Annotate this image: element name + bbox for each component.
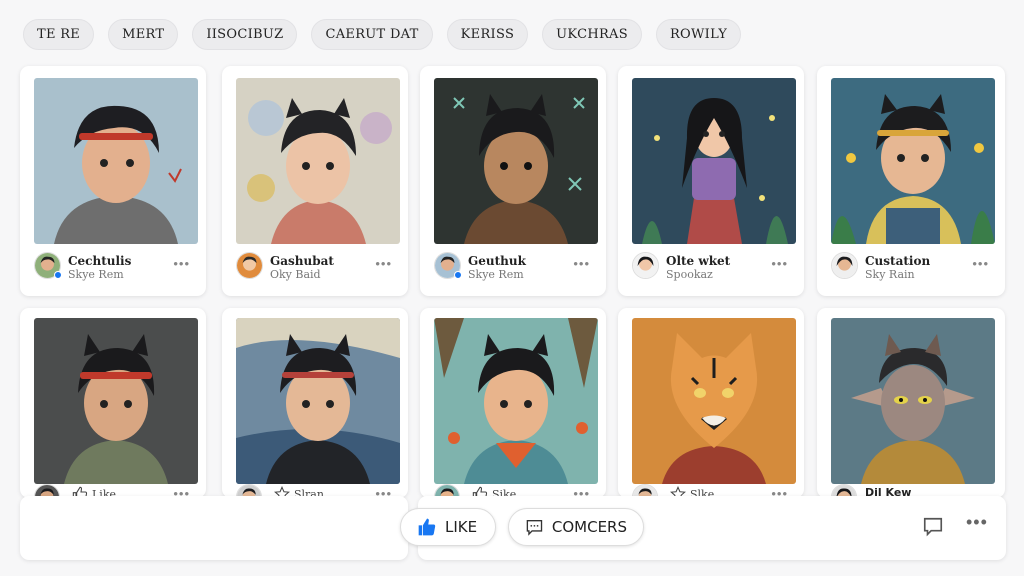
like-button[interactable]: LIKE: [400, 508, 496, 546]
card-username[interactable]: Gashubat: [270, 254, 334, 268]
avatar[interactable]: [236, 252, 263, 279]
card-meta: Gashubat Oky Baid •••: [236, 252, 396, 282]
card-meta: Geuthuk Skye Rem •••: [434, 252, 594, 282]
comments-label: COMCERS: [551, 518, 627, 536]
avatar[interactable]: [831, 252, 858, 279]
more-options-icon[interactable]: •••: [573, 256, 590, 271]
more-options-icon[interactable]: •••: [375, 256, 392, 271]
filter-chip[interactable]: UKCHRAS: [542, 19, 642, 50]
card-subtitle: Sky Rain: [865, 268, 915, 281]
more-options-icon[interactable]: •••: [966, 512, 988, 533]
more-options-icon[interactable]: •••: [173, 256, 190, 271]
bottom-panel-right: [418, 496, 1006, 560]
report-icon[interactable]: [922, 516, 944, 543]
gallery-card[interactable]: Olte wket Spookaz •••: [618, 66, 804, 296]
comment-icon: [526, 520, 543, 536]
more-options-icon[interactable]: •••: [771, 256, 788, 271]
gallery-card[interactable]: Sike •••: [420, 308, 606, 510]
gallery-card[interactable]: Slke •••: [618, 308, 804, 510]
card-username[interactable]: Cechtulis: [68, 254, 131, 268]
gallery-card[interactable]: Like •••: [20, 308, 206, 510]
gallery-card[interactable]: Dil Kew: [817, 308, 1005, 510]
artwork-thumbnail[interactable]: [34, 78, 198, 244]
gallery-card[interactable]: Gashubat Oky Baid •••: [222, 66, 408, 296]
card-username[interactable]: Geuthuk: [468, 254, 526, 268]
bottom-panel-left: [20, 496, 408, 560]
artwork-thumbnail[interactable]: [236, 318, 400, 484]
card-username[interactable]: Olte wket: [666, 254, 730, 268]
artwork-thumbnail[interactable]: [434, 78, 598, 244]
bottom-action-bar: LIKE COMCERS •••: [20, 496, 1006, 560]
card-meta: Olte wket Spookaz •••: [632, 252, 792, 282]
filter-chip[interactable]: TE RE: [23, 19, 95, 50]
filter-chip[interactable]: CAERUT DAT: [311, 19, 433, 50]
card-meta: Custation Sky Rain •••: [831, 252, 993, 282]
filter-chip[interactable]: ІІЅОСІВUZ: [192, 19, 298, 50]
filter-chip[interactable]: MERT: [108, 19, 179, 50]
card-subtitle: Oky Baid: [270, 268, 321, 281]
filter-chip[interactable]: ROWILY: [655, 19, 742, 50]
gallery-card[interactable]: Slran •••: [222, 308, 408, 510]
gallery-card[interactable]: Geuthuk Skye Rem •••: [420, 66, 606, 296]
artwork-thumbnail[interactable]: [632, 318, 796, 484]
verified-badge: [454, 271, 462, 279]
comments-button[interactable]: COMCERS: [508, 508, 644, 546]
artwork-thumbnail[interactable]: [434, 318, 598, 484]
filter-bar: TE RE MERT ІІЅОСІВUZ CAERUT DAT KERISS U…: [23, 19, 742, 50]
artwork-thumbnail[interactable]: [831, 78, 995, 244]
artwork-thumbnail[interactable]: [236, 78, 400, 244]
thumbs-up-icon: [418, 518, 436, 536]
card-username[interactable]: Custation: [865, 254, 930, 268]
like-label: LIKE: [445, 518, 478, 536]
more-options-icon[interactable]: •••: [972, 256, 989, 271]
card-subtitle: Skye Rem: [68, 268, 124, 281]
card-meta: Cechtulis Skye Rem •••: [34, 252, 194, 282]
gallery-card[interactable]: Custation Sky Rain •••: [817, 66, 1005, 296]
artwork-thumbnail[interactable]: [632, 78, 796, 244]
verified-badge: [54, 271, 62, 279]
card-subtitle: Skye Rem: [468, 268, 524, 281]
gallery-card[interactable]: Cechtulis Skye Rem •••: [20, 66, 206, 296]
avatar[interactable]: [632, 252, 659, 279]
filter-chip[interactable]: KERISS: [446, 19, 529, 50]
artwork-thumbnail[interactable]: [831, 318, 995, 484]
artwork-thumbnail[interactable]: [34, 318, 198, 484]
card-subtitle: Spookaz: [666, 268, 713, 281]
